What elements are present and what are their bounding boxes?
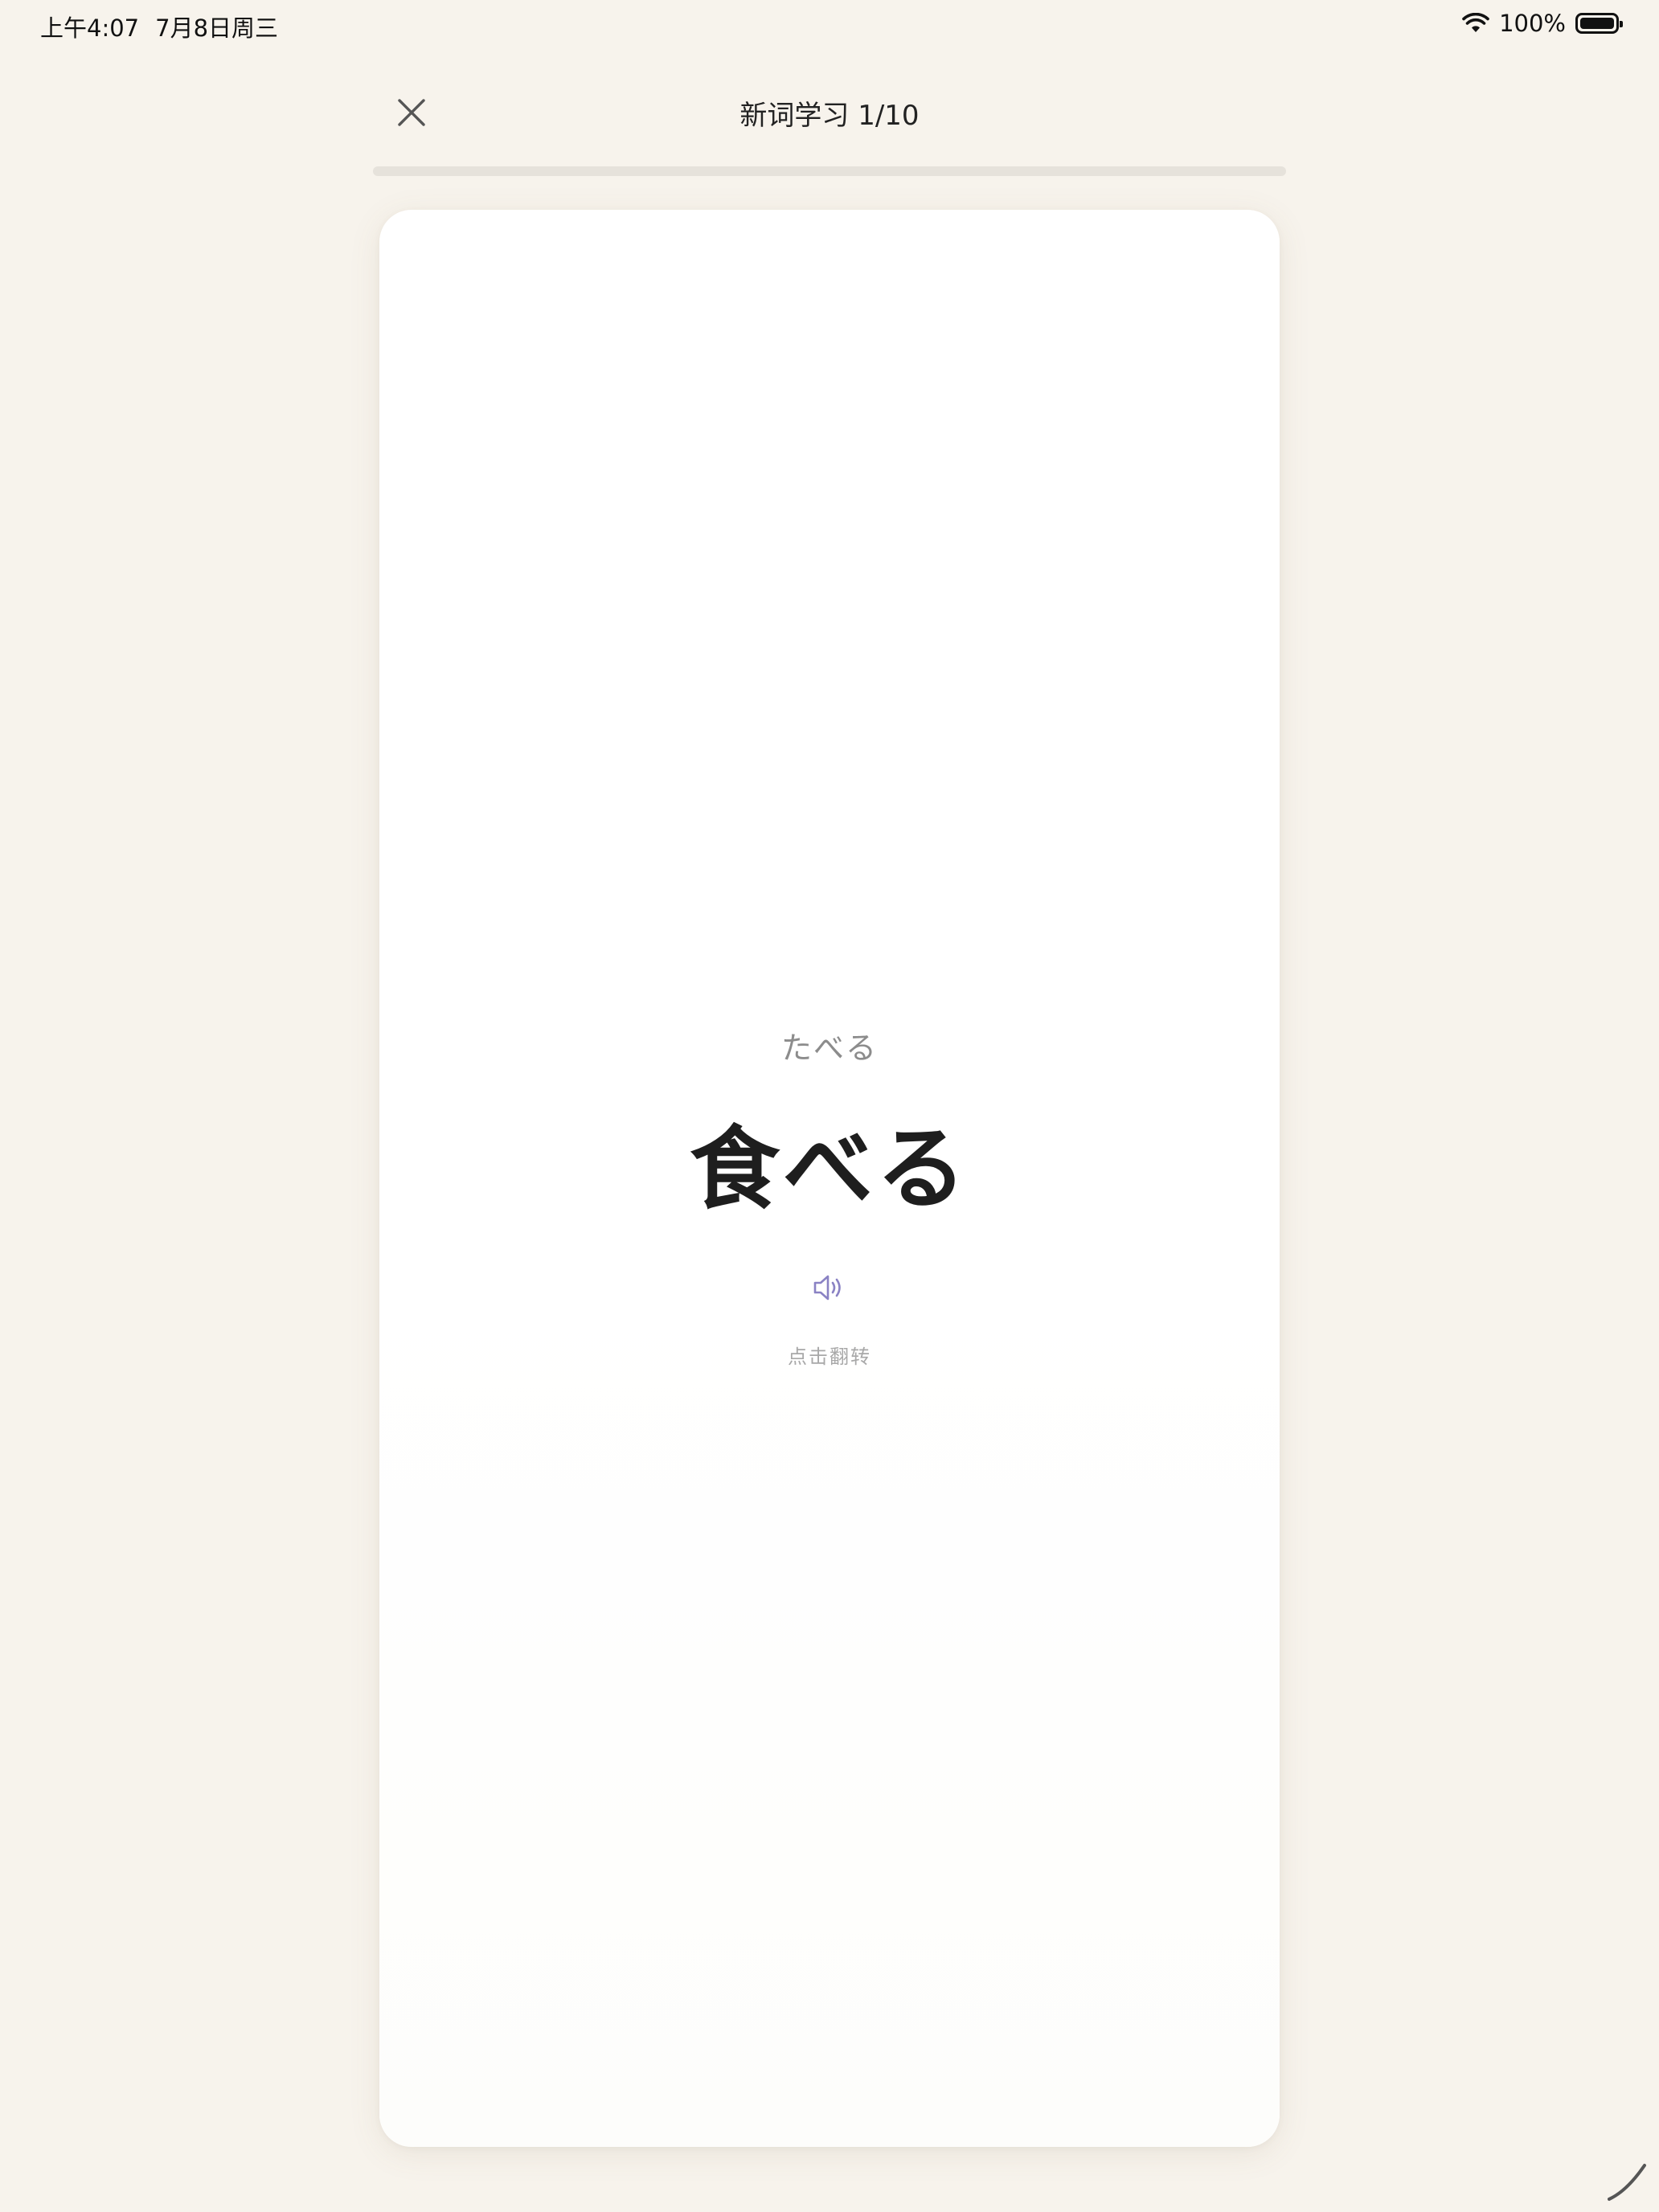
battery-icon xyxy=(1575,13,1623,34)
word-reading: たべる xyxy=(780,1030,878,1066)
wifi-icon xyxy=(1462,13,1489,34)
flip-hint: 点击翻转 xyxy=(788,1346,871,1368)
status-time: 上午4:07 xyxy=(40,14,140,42)
speaker-icon xyxy=(813,1275,841,1301)
status-bar-left: 上午4:07 7月8日周三 xyxy=(40,10,278,43)
battery-percentage: 100% xyxy=(1499,10,1566,37)
header: 新词学习 1/10 xyxy=(373,80,1286,145)
audio-button[interactable] xyxy=(801,1259,858,1317)
status-bar-right: 100% xyxy=(1462,10,1623,37)
word-text: 食べる xyxy=(690,1117,969,1222)
pencil-indicator-icon xyxy=(1608,2164,1646,2201)
status-date: 7月8日周三 xyxy=(155,14,279,42)
flashcard[interactable]: たべる 食べる 点击翻转 xyxy=(379,210,1280,2147)
status-bar: 上午4:07 7月8日周三 100% xyxy=(0,0,1659,51)
page-title: 新词学习 1/10 xyxy=(739,100,920,132)
progress-bar xyxy=(373,166,1286,176)
flashcard-content: たべる 食べる 点击翻转 xyxy=(379,1014,1280,1369)
